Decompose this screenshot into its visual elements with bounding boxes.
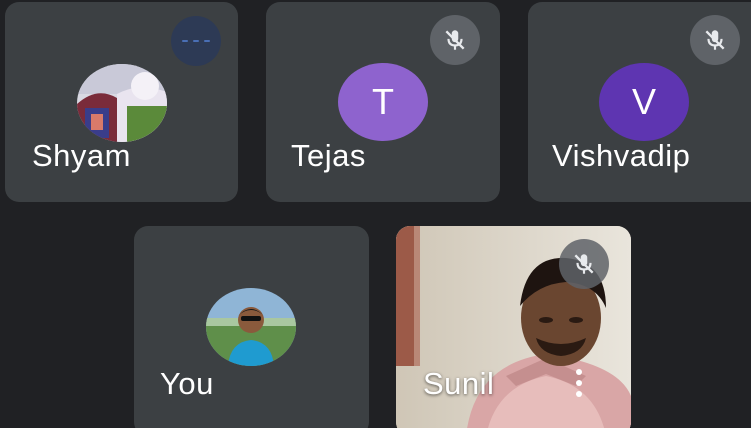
participant-tile-vishvadip[interactable]: V Vishvadip — [528, 2, 751, 202]
participant-tile-shyam[interactable]: Shyam — [5, 2, 238, 202]
more-vert-icon[interactable] — [573, 369, 585, 397]
avatar — [206, 288, 296, 366]
avatar: V — [599, 63, 689, 141]
participant-name: You — [160, 366, 214, 401]
mic-off-icon — [430, 15, 480, 65]
mic-off-icon — [559, 239, 609, 289]
participant-name: Vishvadip — [552, 138, 691, 173]
meeting-grid: Shyam T Tejas V Vishvadip You Sunil — [0, 0, 751, 428]
avatar — [77, 64, 167, 142]
participant-tile-you[interactable]: You — [134, 226, 369, 428]
participant-name: Shyam — [32, 138, 131, 173]
avatar: T — [338, 63, 428, 141]
participant-tile-tejas[interactable]: T Tejas — [266, 2, 500, 202]
participant-name: Sunil — [423, 366, 495, 401]
audio-level-icon — [171, 16, 221, 66]
participant-tile-sunil[interactable]: Sunil — [396, 226, 631, 428]
mic-off-icon — [690, 15, 740, 65]
participant-name: Tejas — [291, 138, 366, 173]
